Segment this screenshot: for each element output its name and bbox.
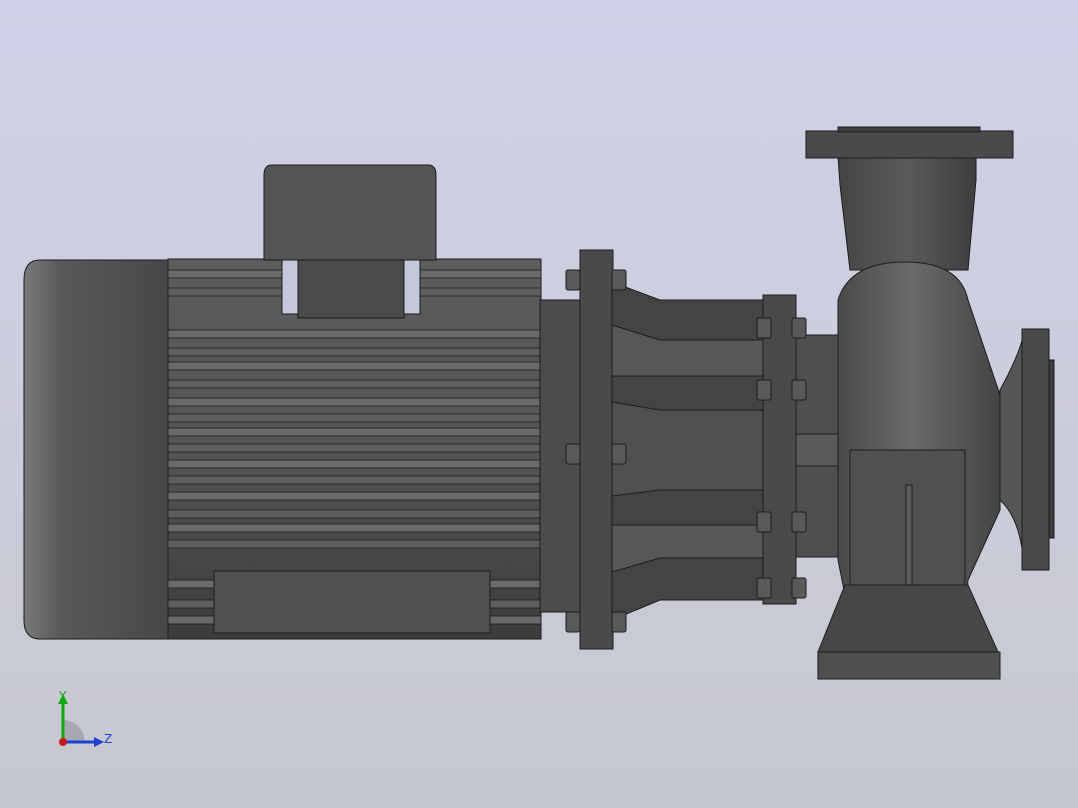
triad-z-label: Z — [104, 732, 112, 746]
hex-nut — [791, 577, 807, 599]
hex-nut — [565, 269, 581, 291]
cooling-fin — [167, 523, 542, 533]
cooling-fin — [167, 427, 542, 437]
pump-model[interactable] — [0, 0, 1078, 808]
cooling-fin — [167, 361, 542, 371]
cooling-fin — [167, 443, 542, 453]
motor-flange — [579, 249, 614, 650]
hex-nut — [565, 443, 581, 465]
terminal-box — [263, 164, 437, 261]
hex-nut — [791, 511, 807, 533]
triad-y-label: Y — [58, 689, 67, 703]
hex-nut — [611, 443, 627, 465]
cooling-fin — [167, 509, 542, 519]
lantern-rib-mid — [611, 401, 766, 497]
triad-arc — [63, 720, 85, 742]
terminal-box-gap-left — [281, 259, 299, 315]
suction-flange-face — [1048, 359, 1055, 539]
coordinate-triad: Y Z — [58, 689, 112, 747]
pump-foot-base — [817, 651, 1001, 680]
pump-foot — [817, 584, 999, 653]
suction-nozzle — [999, 329, 1025, 571]
cooling-fin — [167, 413, 542, 423]
motor-foot-plate — [213, 570, 491, 634]
cooling-fin — [167, 475, 542, 485]
motor-end-cap — [23, 259, 171, 640]
cooling-fin — [167, 459, 542, 469]
hex-nut — [791, 317, 807, 339]
hex-nut — [791, 379, 807, 401]
cooling-fin — [167, 397, 542, 407]
hex-nut — [756, 379, 772, 401]
shaft-key — [795, 433, 839, 467]
hex-nut — [756, 577, 772, 599]
cooling-fin — [167, 379, 542, 389]
discharge-flange-face — [837, 126, 981, 133]
hex-nut — [756, 317, 772, 339]
discharge-nozzle — [837, 156, 977, 271]
discharge-flange — [805, 130, 1014, 159]
hex-nut — [756, 511, 772, 533]
terminal-box-base — [297, 259, 405, 319]
cooling-fin — [167, 329, 542, 339]
hex-nut — [611, 269, 627, 291]
pump-flange — [762, 294, 797, 605]
suction-flange — [1021, 328, 1050, 571]
graphics-viewport[interactable]: Y Z — [0, 0, 1078, 808]
triad-x-axis — [59, 738, 67, 746]
triad-z-arrow — [94, 737, 104, 747]
cooling-fin — [167, 491, 542, 501]
hex-nut — [611, 611, 627, 633]
cooling-fin — [167, 539, 542, 549]
cooling-fin — [167, 347, 542, 357]
hex-nut — [565, 611, 581, 633]
terminal-box-gap-right — [403, 259, 421, 315]
